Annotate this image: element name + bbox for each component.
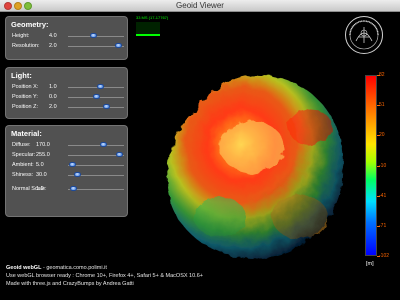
light-slider-handle[interactable] xyxy=(97,84,105,89)
material-panel: Material: Diffuse: 170.0 Specular: 255.0 Amb… xyxy=(5,125,128,217)
geometry-row-value: 2.0 xyxy=(49,43,57,49)
color-scale-tick-label: 20 xyxy=(379,132,385,139)
material-row-label: Specular: xyxy=(12,152,36,158)
material-row-value: 255.0 xyxy=(36,152,50,158)
geometry-row: Height: 4.0 xyxy=(6,31,127,41)
color-scale-tick-label: -71 xyxy=(379,222,387,229)
light-row-label: Position X: xyxy=(12,84,39,90)
material-slider-handle[interactable] xyxy=(70,186,78,191)
material-row: Diffuse: 170.0 xyxy=(6,140,127,150)
material-row-label: Shiness: xyxy=(12,172,34,178)
material-slider-handle[interactable] xyxy=(115,152,123,157)
color-scale-tick-label: 82 xyxy=(379,72,385,78)
geometry-row-label: Resolution: xyxy=(12,43,40,49)
material-slider-track[interactable] xyxy=(68,145,124,146)
geometry-slider-handle[interactable] xyxy=(114,43,122,48)
geometry-row-label: Height: xyxy=(12,33,30,39)
window-title: Geoid Viewer xyxy=(176,1,224,10)
material-slider-handle[interactable] xyxy=(68,162,76,167)
material-row-value: 5.0 xyxy=(36,162,44,168)
light-panel-title: Light: xyxy=(11,71,32,80)
material-row: Normal Scale: 1.0 xyxy=(6,184,127,194)
light-slider-handle[interactable] xyxy=(103,104,111,109)
light-row: Position X: 1.0 xyxy=(6,82,127,92)
light-row-label: Position Y: xyxy=(12,94,38,100)
light-row: Position Z: 2.0 xyxy=(6,102,127,112)
geometry-panel-title: Geometry: xyxy=(11,20,49,29)
material-slider-handle[interactable] xyxy=(73,172,81,177)
material-row: Ambient: 5.0 xyxy=(6,160,127,170)
light-row-value: 0.0 xyxy=(49,94,57,100)
light-slider-track[interactable] xyxy=(68,107,124,108)
material-row-value: 30.0 xyxy=(36,172,47,178)
window-titlebar: Geoid Viewer xyxy=(0,0,400,12)
color-scale-tick-label: -41 xyxy=(379,192,387,199)
footer-browser-note: Use webGL browser ready : Chrome 10+, Fi… xyxy=(6,273,203,279)
material-row: Specular: 255.0 xyxy=(6,150,127,160)
geometry-slider-handle[interactable] xyxy=(90,33,98,38)
footer-credits: Geoid webGL - geomatica.como.polimi.it U… xyxy=(6,264,203,288)
footer-title: Geoid webGL xyxy=(6,265,42,271)
stats-graph-bar xyxy=(136,34,160,36)
material-row-value: 170.0 xyxy=(36,142,50,148)
light-row-value: 1.0 xyxy=(49,84,57,90)
light-panel: Light: Position X: 1.0 Position Y: 0.0 Posit… xyxy=(5,67,128,119)
fps-stats-meter[interactable]: 33 MS (17-17767) xyxy=(136,15,186,39)
material-row-label: Ambient: xyxy=(12,162,34,168)
material-row: Shiness: 30.0 xyxy=(6,170,127,180)
light-slider-track[interactable] xyxy=(68,87,124,88)
color-scale-tick-label: 51 xyxy=(379,102,385,109)
color-scale-tick-label: -102 xyxy=(379,253,390,259)
color-scale-unit: [m] xyxy=(366,261,374,267)
footer-made-with: Made with three.js and CrazyBumps by And… xyxy=(6,281,134,287)
university-seal-logo xyxy=(345,16,383,54)
light-slider-handle[interactable] xyxy=(92,94,100,99)
color-scale-bar xyxy=(365,75,377,256)
material-slider-handle[interactable] xyxy=(100,142,108,147)
material-slider-track[interactable] xyxy=(68,165,124,166)
geometry-panel: Geometry: Height: 4.0 Resolution: 2.0 xyxy=(5,16,128,60)
light-row-label: Position Z: xyxy=(12,104,38,110)
material-panel-title: Material: xyxy=(11,129,42,138)
light-row: Position Y: 0.0 xyxy=(6,92,127,102)
stats-text: 33 MS (17-17767) xyxy=(136,15,169,20)
geometry-row: Resolution: 2.0 xyxy=(6,41,127,51)
material-row-value: 1.0 xyxy=(36,186,44,192)
webgl-viewport[interactable]: 33 MS (17-17767) Geometry: Height: 4.0 Res… xyxy=(0,12,400,300)
geoid-surface xyxy=(167,74,344,259)
geoid-3d-model[interactable] xyxy=(160,67,350,267)
footer-site: - geomatica.como.polimi.it xyxy=(41,265,107,271)
stats-graph xyxy=(136,22,160,36)
geometry-row-value: 4.0 xyxy=(49,33,57,39)
color-scale-tick-label: -10 xyxy=(379,162,387,169)
light-row-value: 2.0 xyxy=(49,104,57,110)
material-row-label: Diffuse: xyxy=(12,142,31,148)
